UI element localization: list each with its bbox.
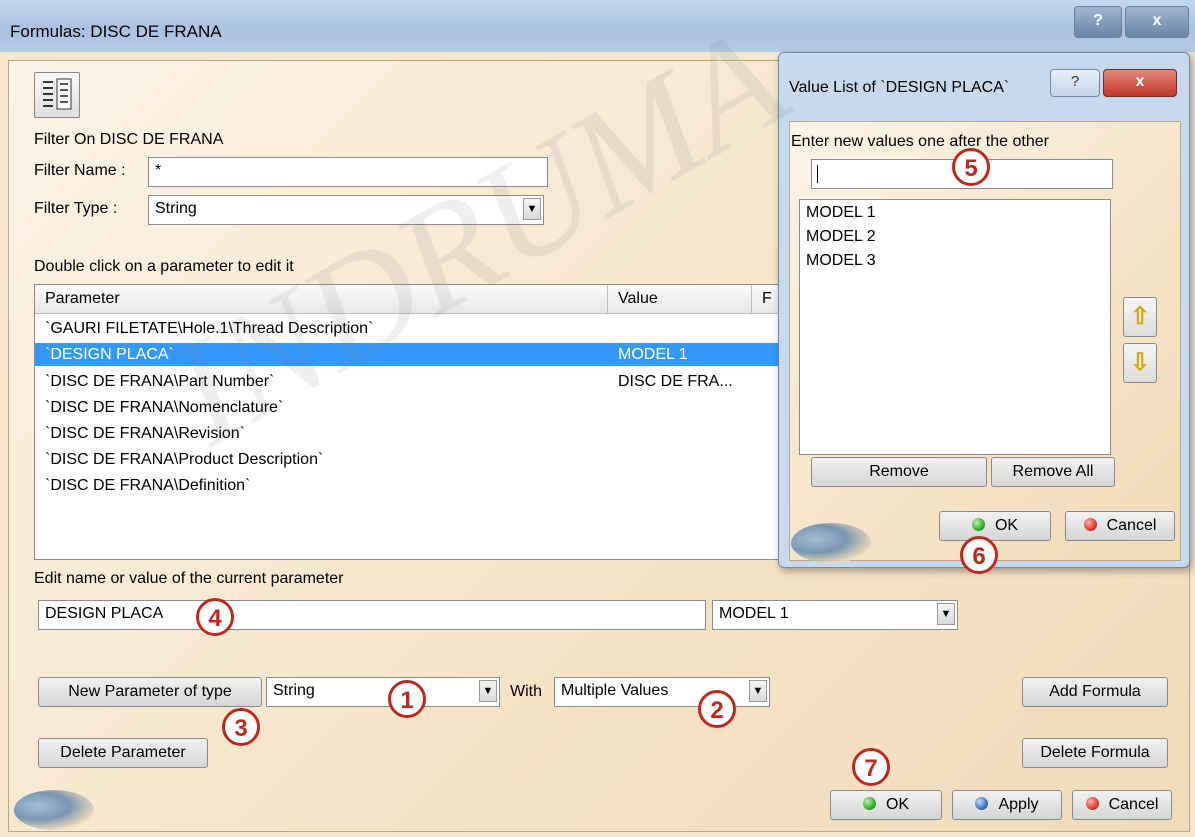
edit-name-input[interactable]: DESIGN PLACA — [38, 600, 706, 630]
value-list-help-button[interactable]: ? — [1050, 69, 1100, 97]
text-cursor — [817, 165, 818, 183]
value-list-cancel-button[interactable]: Cancel — [1065, 511, 1175, 541]
cancel-label: Cancel — [1108, 796, 1159, 813]
callout-3: 3 — [222, 708, 260, 746]
value-list-dialog: Value List of `DESIGN PLACA` ? x Enter n… — [778, 52, 1190, 568]
row-parameter: `DISC DE FRANA\Product Description` — [45, 451, 324, 468]
new-parameter-button[interactable]: New Parameter of type — [38, 677, 262, 707]
parameter-type-select[interactable]: String ▼ — [266, 677, 500, 707]
table-row[interactable]: `DISC DE FRANA\Definition` — [35, 474, 793, 497]
edit-value-select[interactable]: MODEL 1 ▼ — [712, 600, 958, 630]
chevron-down-icon[interactable]: ▼ — [937, 603, 955, 625]
filter-toggle-icon[interactable] — [34, 72, 80, 118]
value-list-close-button[interactable]: x — [1103, 69, 1177, 97]
filter-type-label: Filter Type : — [34, 200, 118, 217]
list-item[interactable]: MODEL 2 — [806, 228, 876, 246]
callout-5: 5 — [952, 148, 990, 186]
filter-type-value: String — [155, 200, 197, 217]
table-row[interactable]: `DISC DE FRANA\Revision` — [35, 422, 793, 445]
title-bar[interactable]: Formulas: DISC DE FRANA ? x — [0, 0, 1195, 52]
value-list-ok-button[interactable]: OK — [939, 511, 1051, 541]
remove-all-button[interactable]: Remove All — [991, 457, 1115, 487]
callout-4: 4 — [196, 598, 234, 636]
callout-2: 2 — [698, 690, 736, 728]
value-mode-select[interactable]: Multiple Values ▼ — [554, 677, 770, 707]
ok-label: OK — [885, 796, 910, 813]
ok-button[interactable]: OK — [830, 790, 942, 820]
delete-parameter-button[interactable]: Delete Parameter — [38, 738, 208, 768]
move-up-icon[interactable]: ⇧ — [1123, 297, 1157, 337]
value-listbox[interactable]: MODEL 1 MODEL 2 MODEL 3 — [799, 199, 1111, 455]
ok-green-icon — [862, 797, 876, 810]
callout-1: 1 — [388, 680, 426, 718]
table-row[interactable]: `DISC DE FRANA\Product Description` — [35, 448, 793, 471]
table-row[interactable]: `DISC DE FRANA\Nomenclature` — [35, 396, 793, 419]
with-label: With — [510, 683, 542, 700]
value-list-cancel-label: Cancel — [1106, 517, 1157, 534]
delete-formula-button[interactable]: Delete Formula — [1022, 738, 1168, 768]
chevron-down-icon[interactable]: ▼ — [479, 680, 497, 702]
move-down-icon[interactable]: ⇩ — [1123, 343, 1157, 383]
apply-blue-icon — [975, 797, 989, 810]
cancel-red-icon — [1085, 797, 1099, 810]
table-row[interactable]: `DISC DE FRANA\Part Number` DISC DE FRA.… — [35, 370, 793, 393]
row-parameter: `DISC DE FRANA\Definition` — [45, 477, 251, 494]
filter-name-label: Filter Name : — [34, 162, 126, 179]
parameter-type-value: String — [273, 682, 315, 699]
list-item[interactable]: MODEL 1 — [806, 204, 876, 222]
chevron-down-icon[interactable]: ▼ — [749, 680, 767, 702]
apply-label: Apply — [998, 796, 1039, 813]
catia-logo-icon — [791, 523, 871, 563]
edit-value-selected: MODEL 1 — [719, 605, 789, 622]
value-list-prompt: Enter new values one after the other — [791, 133, 1049, 150]
edit-label: Edit name or value of the current parame… — [34, 570, 344, 587]
help-button[interactable]: ? — [1074, 6, 1122, 38]
window-title: Formulas: DISC DE FRANA — [10, 22, 222, 41]
add-formula-button[interactable]: Add Formula — [1022, 677, 1168, 707]
cancel-button[interactable]: Cancel — [1072, 790, 1172, 820]
formulas-window: Formulas: DISC DE FRANA ? x Filter On DI… — [0, 0, 1195, 837]
row-value: DISC DE FRA... — [618, 373, 733, 390]
callout-6: 6 — [960, 536, 998, 574]
apply-button[interactable]: Apply — [952, 790, 1062, 820]
row-value: MODEL 1 — [618, 346, 688, 363]
callout-7: 7 — [852, 748, 890, 786]
list-item[interactable]: MODEL 3 — [806, 252, 876, 270]
value-mode-value: Multiple Values — [561, 682, 669, 699]
close-button[interactable]: x — [1125, 6, 1189, 38]
remove-button[interactable]: Remove — [811, 457, 987, 487]
value-list-title: Value List of `DESIGN PLACA` — [789, 79, 1010, 96]
cancel-red-icon — [1083, 518, 1097, 531]
ok-green-icon — [971, 518, 985, 531]
catia-logo-icon — [14, 790, 94, 830]
filter-heading: Filter On DISC DE FRANA — [34, 131, 224, 148]
value-list-ok-label: OK — [994, 517, 1019, 534]
column-header-value[interactable]: Value — [608, 285, 752, 313]
